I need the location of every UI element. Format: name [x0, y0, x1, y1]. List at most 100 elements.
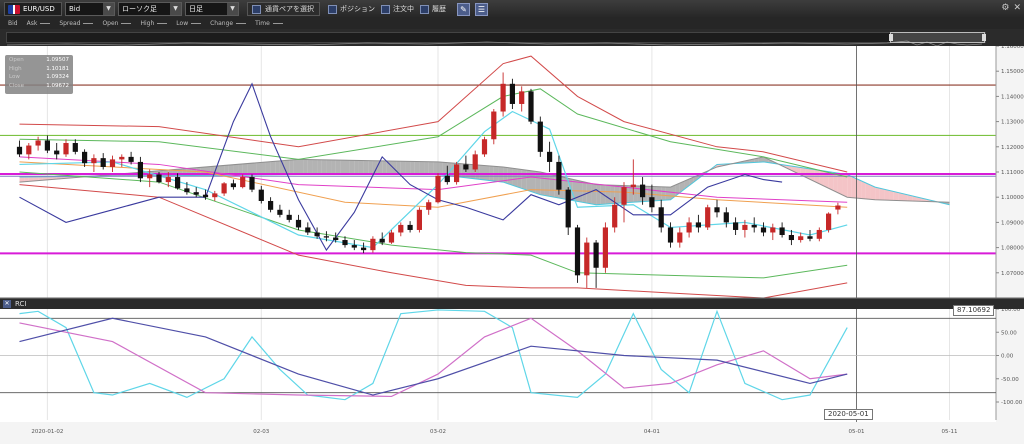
candle-body	[277, 209, 283, 215]
price-type-dropdown[interactable]: Bid ▼	[65, 2, 115, 16]
ichimoku-cloud-segment	[340, 160, 345, 175]
candle-body	[677, 232, 683, 243]
open-label: Open	[9, 57, 24, 63]
candle-body	[751, 224, 757, 228]
candle-body	[26, 145, 32, 155]
candle-body	[491, 111, 497, 140]
navigator-track[interactable]	[6, 32, 986, 47]
candle-body	[212, 193, 218, 198]
candle-body	[165, 177, 171, 183]
candle-body	[798, 236, 804, 241]
gear-icon[interactable]: ⚙	[1001, 2, 1009, 14]
ichimoku-cloud-segment	[847, 174, 852, 198]
time-tick-label: 05-11	[942, 429, 958, 435]
chevron-down-icon: ▼	[103, 3, 114, 15]
candle-body	[807, 236, 813, 239]
rci-title: RCI	[15, 300, 27, 308]
close-icon[interactable]: ✕	[1013, 2, 1021, 14]
candle-body	[779, 227, 785, 235]
candle-body	[565, 189, 571, 228]
candle-body	[426, 202, 432, 210]
candle-body	[128, 156, 134, 162]
ichimoku-cloud-segment	[331, 159, 336, 175]
open-value: 1.09507	[46, 57, 69, 63]
candle-body	[295, 219, 302, 228]
ichimoku-cloud-segment	[270, 161, 276, 175]
price-tick-label: 1.07000	[1001, 271, 1024, 277]
period-dropdown[interactable]: 日足 ▼	[185, 2, 239, 16]
time-tick-label: 02-03	[253, 429, 269, 435]
candle-body	[770, 227, 776, 233]
candle-body	[100, 158, 106, 167]
legend-change: Change	[210, 20, 247, 27]
chart-area[interactable]: 1.07000 1.08000 1.09000 1.10000 1.11000 1.120…	[0, 46, 1024, 444]
candle-body	[826, 213, 832, 230]
range-navigator[interactable]	[0, 29, 1024, 47]
ichimoku-cloud-segment	[656, 186, 662, 201]
indicator-list-icon[interactable]: ☰	[475, 2, 488, 16]
candle-body	[612, 204, 618, 228]
price-legend: Bid Ask Spread Open High Low Change Time	[0, 18, 1024, 29]
draw-tool-icon[interactable]: ✎	[457, 2, 470, 16]
ichimoku-cloud-segment	[414, 161, 420, 175]
candle-body	[584, 242, 590, 276]
candle-body	[686, 222, 692, 233]
rci-value-tag: 87.10692	[953, 305, 995, 316]
navigator-right-handle[interactable]	[982, 34, 986, 41]
ichimoku-cloud-segment	[851, 176, 857, 199]
low-value: 1.09324	[46, 74, 69, 80]
candle-body	[388, 232, 395, 243]
position-checkbox[interactable]	[328, 4, 337, 14]
position-label: ポジション	[340, 5, 375, 13]
legend-open: Open	[102, 20, 132, 27]
history-checkbox[interactable]	[420, 4, 429, 14]
ichimoku-cloud-segment	[275, 160, 280, 175]
price-tick-label: 1.11000	[1001, 170, 1024, 176]
candle-body	[742, 224, 748, 230]
candle-body	[268, 200, 274, 210]
navigator-selection[interactable]	[890, 32, 985, 43]
ichimoku-cloud-segment	[433, 161, 438, 175]
candle-body	[649, 197, 655, 208]
time-tick-label: 05-01	[849, 429, 865, 435]
window-controls: ⚙ ✕	[1001, 2, 1021, 14]
ichimoku-cloud-segment	[661, 186, 666, 201]
candle-body	[407, 224, 413, 230]
orders-checkbox[interactable]	[381, 4, 390, 14]
candle-body	[816, 229, 822, 239]
ichimoku-cloud-segment	[354, 160, 359, 175]
close-indicator-icon[interactable]: ✕	[3, 300, 11, 308]
symbol-selector[interactable]: EUR/USD	[4, 2, 62, 16]
chevron-down-icon: ▼	[170, 3, 181, 15]
ichimoku-cloud-segment	[382, 160, 387, 175]
candle-body	[221, 183, 227, 194]
candle-body	[351, 245, 357, 248]
ichimoku-cloud-segment	[614, 185, 620, 204]
candle-body	[481, 139, 488, 155]
candle-body	[156, 174, 162, 183]
candle-body	[444, 175, 450, 183]
candle-body	[342, 240, 348, 246]
navigator-left-handle[interactable]	[889, 34, 893, 41]
legend-bid: Bid	[8, 20, 18, 27]
chart-style-dropdown[interactable]: ローソク足 ▼	[118, 2, 182, 16]
candle-body	[714, 207, 720, 213]
candle-body	[175, 177, 181, 189]
ichimoku-cloud-segment	[349, 160, 355, 175]
price-tick-label: 1.16000	[1001, 46, 1024, 50]
candle-body	[500, 83, 506, 112]
candle-body	[54, 150, 60, 155]
candle-body	[667, 227, 674, 243]
pair-select-button[interactable]: 通貨ペアを選択	[247, 2, 320, 16]
price-tick-label: 1.12000	[1001, 145, 1024, 151]
high-value: 1.10181	[46, 65, 69, 72]
time-tick-label: 04-01	[644, 429, 660, 435]
ohlc-tooltip: Open 1.09507 High 1.10181 Low 1.09324 Close…	[5, 55, 73, 94]
candle-body	[35, 140, 41, 146]
price-tick-label: 1.14000	[1001, 94, 1024, 100]
candle-body	[463, 164, 469, 170]
candle-body	[305, 227, 311, 233]
candle-body	[370, 238, 376, 251]
ichimoku-cloud-segment	[582, 181, 587, 204]
candle-body	[249, 177, 255, 190]
